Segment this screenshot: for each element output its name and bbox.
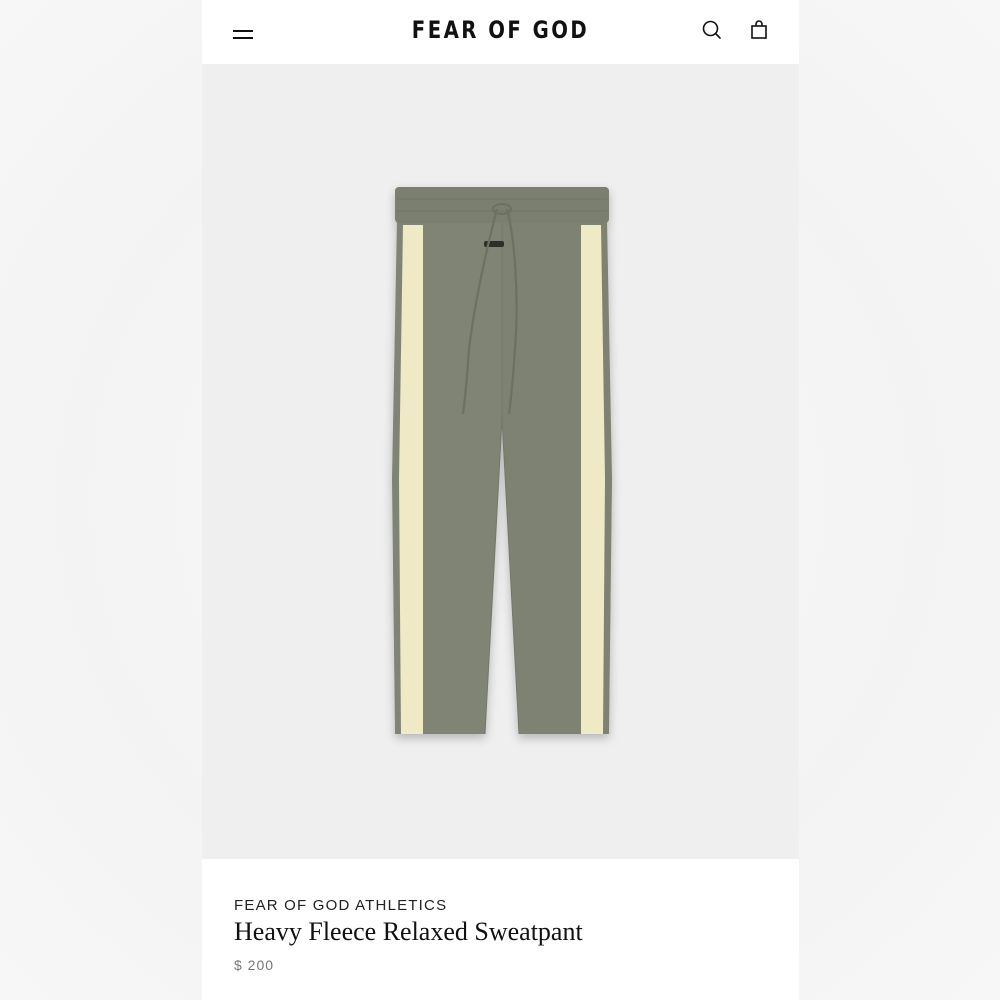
product-info: FEAR OF GOD ATHLETICS Heavy Fleece Relax… (202, 859, 799, 1000)
menu-button[interactable] (228, 22, 258, 46)
product-image-area[interactable] (202, 64, 799, 859)
mobile-product-page: FEAR OF GOD FEAR OF GOD ATHLETICS Heavy … (202, 0, 799, 1000)
product-image (392, 187, 612, 735)
shopping-bag-icon (751, 20, 767, 39)
product-brand: FEAR OF GOD ATHLETICS (234, 897, 448, 914)
search-icon (702, 20, 721, 39)
site-header: FEAR OF GOD (202, 0, 799, 64)
product-title[interactable]: Heavy Fleece Relaxed Sweatpant (234, 917, 583, 947)
product-price: $ 200 (234, 957, 275, 973)
search-button[interactable] (700, 18, 724, 42)
cart-button[interactable] (747, 18, 771, 42)
brand-logo[interactable]: FEAR OF GOD (256, 16, 746, 44)
